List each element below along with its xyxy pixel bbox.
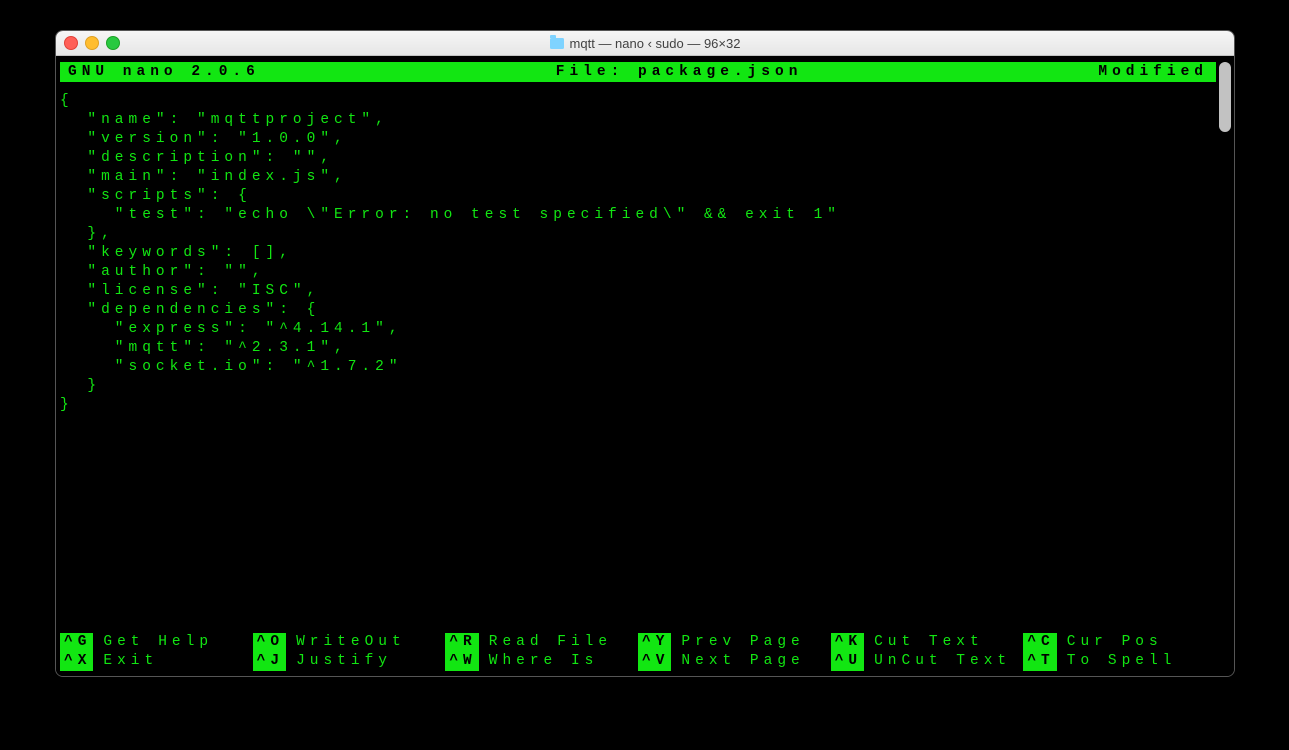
shortcut-label: Justify <box>296 652 392 671</box>
terminal-area[interactable]: GNU nano 2.0.6 File: package.json Modifi… <box>56 56 1234 677</box>
shortcut-item[interactable]: ^U UnCut Text <box>831 652 1024 671</box>
shortcut-row-2: ^X Exit ^J Justify ^W Where Is ^V Next Page ^U Un… <box>60 652 1216 671</box>
shortcut-key: ^V <box>638 652 671 671</box>
shortcut-label: Cut Text <box>874 633 984 652</box>
shortcut-item[interactable]: ^K Cut Text <box>831 633 1024 652</box>
shortcut-item[interactable]: ^V Next Page <box>638 652 831 671</box>
nano-app-name: GNU nano 2.0.6 <box>68 62 260 82</box>
shortcut-label: To Spell <box>1067 652 1177 671</box>
shortcut-item[interactable]: ^Y Prev Page <box>638 633 831 652</box>
window-titlebar[interactable]: mqtt — nano ‹ sudo — 96×32 <box>56 31 1234 56</box>
shortcut-key: ^T <box>1023 652 1056 671</box>
folder-icon <box>550 38 564 49</box>
minimize-icon[interactable] <box>85 36 99 50</box>
shortcut-row-1: ^G Get Help ^O WriteOut ^R Read File ^Y Prev Pa… <box>60 633 1216 652</box>
shortcut-label: WriteOut <box>296 633 406 652</box>
shortcut-label: Get Help <box>103 633 213 652</box>
shortcut-key: ^C <box>1023 633 1056 652</box>
shortcut-label: UnCut Text <box>874 652 1011 671</box>
shortcut-key: ^X <box>60 652 93 671</box>
shortcut-item[interactable]: ^G Get Help <box>60 633 253 652</box>
shortcut-key: ^U <box>831 652 864 671</box>
traffic-lights <box>64 36 120 50</box>
shortcut-item[interactable]: ^J Justify <box>253 652 446 671</box>
shortcut-label: Next Page <box>681 652 804 671</box>
shortcut-item[interactable]: ^O WriteOut <box>253 633 446 652</box>
shortcut-label: Where Is <box>489 652 599 671</box>
nano-status: Modified <box>1098 62 1208 82</box>
zoom-icon[interactable] <box>106 36 120 50</box>
window-title-text: mqtt — nano ‹ sudo — 96×32 <box>570 36 741 51</box>
shortcut-key: ^K <box>831 633 864 652</box>
nano-file-label: File: package.json <box>260 62 1099 82</box>
shortcut-item[interactable]: ^T To Spell <box>1023 652 1216 671</box>
shortcut-item[interactable]: ^W Where Is <box>445 652 638 671</box>
nano-shortcut-bar: ^G Get Help ^O WriteOut ^R Read File ^Y Prev Pa… <box>60 633 1216 671</box>
shortcut-key: ^R <box>445 633 478 652</box>
shortcut-key: ^G <box>60 633 93 652</box>
shortcut-key: ^O <box>253 633 286 652</box>
shortcut-item[interactable]: ^C Cur Pos <box>1023 633 1216 652</box>
shortcut-label: Cur Pos <box>1067 633 1163 652</box>
shortcut-label: Read File <box>489 633 612 652</box>
shortcut-label: Exit <box>103 652 158 671</box>
shortcut-key: ^Y <box>638 633 671 652</box>
close-icon[interactable] <box>64 36 78 50</box>
shortcut-label: Prev Page <box>681 633 804 652</box>
scrollbar[interactable] <box>1219 62 1231 671</box>
window-title: mqtt — nano ‹ sudo — 96×32 <box>550 36 741 51</box>
shortcut-key: ^W <box>445 652 478 671</box>
shortcut-key: ^J <box>253 652 286 671</box>
nano-header-bar: GNU nano 2.0.6 File: package.json Modifi… <box>60 62 1216 82</box>
shortcut-item[interactable]: ^X Exit <box>60 652 253 671</box>
editor-content[interactable]: { "name": "mqttproject", "version": "1.0… <box>60 92 1216 415</box>
shortcut-item[interactable]: ^R Read File <box>445 633 638 652</box>
terminal-window: mqtt — nano ‹ sudo — 96×32 GNU nano 2.0.… <box>55 30 1235 677</box>
scrollbar-thumb[interactable] <box>1219 62 1231 132</box>
